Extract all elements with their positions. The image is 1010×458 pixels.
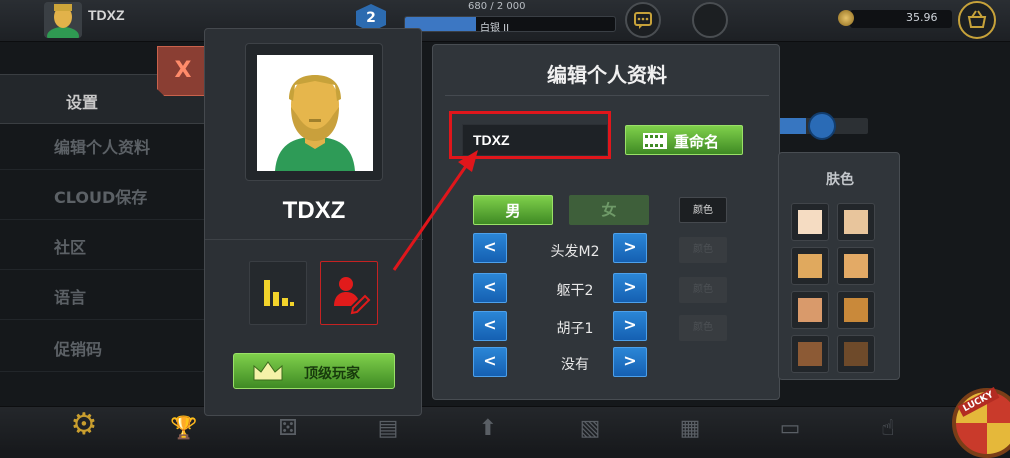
- rank-label: 白银 II: [480, 23, 510, 34]
- crown-icon: [253, 361, 283, 381]
- divider: [205, 239, 423, 240]
- coin-icon: [838, 10, 854, 26]
- hair-next-button[interactable]: >: [613, 233, 647, 263]
- bar-chart-icon: [264, 280, 294, 306]
- edit-profile-title: 编辑个人资料: [547, 63, 667, 87]
- skin-swatch-color: [844, 342, 868, 366]
- hair-option-label: 头发M2: [550, 244, 600, 260]
- basket-icon: [967, 10, 987, 28]
- hair-prev-button[interactable]: <: [473, 233, 507, 263]
- skin-swatch[interactable]: [837, 291, 875, 329]
- top-players-button[interactable]: 顶级玩家: [233, 353, 395, 389]
- volume-slider-knob[interactable]: [808, 112, 836, 140]
- character-avatar-icon: [257, 55, 373, 171]
- torso-color-button: 颜色: [679, 277, 727, 303]
- chat-icon: [634, 12, 652, 29]
- edit-profile-button[interactable]: [320, 261, 378, 325]
- hair-style-color-button: 颜色: [679, 237, 727, 263]
- torso-option-label: 躯干2: [556, 283, 594, 299]
- portrait-frame: [245, 43, 383, 181]
- skin-swatch-color: [844, 210, 868, 234]
- xp-text: 680 / 2 000: [468, 1, 526, 12]
- settings-item-language[interactable]: 语言: [0, 276, 206, 320]
- accessory-next-button[interactable]: >: [613, 347, 647, 377]
- skin-color-title: 肤色: [826, 172, 854, 188]
- avatar-portrait: [257, 55, 373, 171]
- rename-button[interactable]: 重命名: [625, 125, 743, 155]
- accessory-option-label: 没有: [561, 357, 589, 373]
- book-icon[interactable]: ▤: [372, 413, 404, 445]
- skin-swatch-color: [798, 298, 822, 322]
- avatar-portrait-icon: [44, 2, 82, 38]
- beard-color-button: 颜色: [679, 315, 727, 341]
- hair-color-button[interactable]: 颜色: [679, 197, 727, 223]
- beard-option-label: 胡子1: [556, 321, 594, 337]
- edit-profile-icon: [334, 277, 371, 315]
- skin-swatch-color: [844, 298, 868, 322]
- beard-next-button[interactable]: >: [613, 311, 647, 341]
- profile-name: TDXZ: [282, 197, 346, 224]
- skin-swatch-color: [798, 254, 822, 278]
- settings-gear-icon[interactable]: ⚙: [68, 409, 100, 441]
- stats-button[interactable]: [249, 261, 307, 325]
- beard-prev-button[interactable]: <: [473, 311, 507, 341]
- skin-swatch[interactable]: [791, 335, 829, 373]
- skin-swatch-color: [798, 210, 822, 234]
- name-input-highlight: [449, 111, 611, 159]
- profile-card: TDXZ 顶级玩家: [204, 28, 423, 416]
- skin-swatch[interactable]: [791, 247, 829, 285]
- top-players-label: 顶级玩家: [304, 366, 360, 382]
- skin-swatch-color: [844, 254, 868, 278]
- username: TDXZ: [88, 7, 125, 23]
- avatar[interactable]: [44, 2, 82, 38]
- friends-button[interactable]: [692, 2, 728, 38]
- gender-female-button[interactable]: 女: [569, 195, 649, 225]
- shop-button[interactable]: [958, 1, 996, 39]
- skin-color-panel: 肤色: [778, 152, 900, 380]
- edit-profile-panel: 编辑个人资料 重命名 男 女 颜色 颜色 颜色 颜色 < 头发M2 > < 躯干…: [432, 44, 780, 400]
- skin-swatch[interactable]: [791, 203, 829, 241]
- skin-swatch[interactable]: [837, 335, 875, 373]
- close-button[interactable]: X: [157, 46, 209, 96]
- name-input[interactable]: [462, 124, 608, 156]
- chest-icon[interactable]: ▭: [774, 413, 806, 445]
- skin-swatch[interactable]: [837, 203, 875, 241]
- upgrade-arrow-icon[interactable]: ⬆: [472, 413, 504, 445]
- video-ad-icon: [643, 133, 667, 149]
- store-icon[interactable]: ▦: [674, 413, 706, 445]
- cards-icon[interactable]: ▧: [574, 413, 606, 445]
- chat-button[interactable]: [625, 2, 661, 38]
- divider: [445, 95, 769, 96]
- volume-slider-fill: [780, 118, 807, 134]
- settings-item-community[interactable]: 社区: [0, 226, 206, 270]
- top-bar: TDXZ 2 680 / 2 000 白银 II 35.96: [0, 0, 1010, 42]
- torso-prev-button[interactable]: <: [473, 273, 507, 303]
- torso-next-button[interactable]: >: [613, 273, 647, 303]
- skin-swatch[interactable]: [791, 291, 829, 329]
- gender-male-button[interactable]: 男: [473, 195, 553, 225]
- skin-swatch-color: [798, 342, 822, 366]
- settings-item-promo-code[interactable]: 促销码: [0, 328, 206, 372]
- skin-swatch[interactable]: [837, 247, 875, 285]
- xp-progress-bar: [404, 16, 616, 32]
- rename-label: 重命名: [674, 133, 720, 151]
- settings-item-edit-profile[interactable]: 编辑个人资料: [0, 126, 206, 170]
- accessory-prev-button[interactable]: <: [473, 347, 507, 377]
- tap-icon[interactable]: ☝: [872, 413, 904, 445]
- bottom-bar: ⚙ 🏆 ⚄ ▤ ⬆ ▧ ▦ ▭ ☝: [0, 406, 1010, 450]
- settings-menu: 设置 编辑个人资料 CLOUD保存 社区 语言 促销码: [0, 74, 206, 404]
- trophy-icon[interactable]: 🏆: [168, 413, 200, 445]
- coin-balance: 35.96: [906, 11, 938, 24]
- dice-icon[interactable]: ⚄: [272, 413, 304, 445]
- settings-item-cloud-save[interactable]: CLOUD保存: [0, 176, 206, 220]
